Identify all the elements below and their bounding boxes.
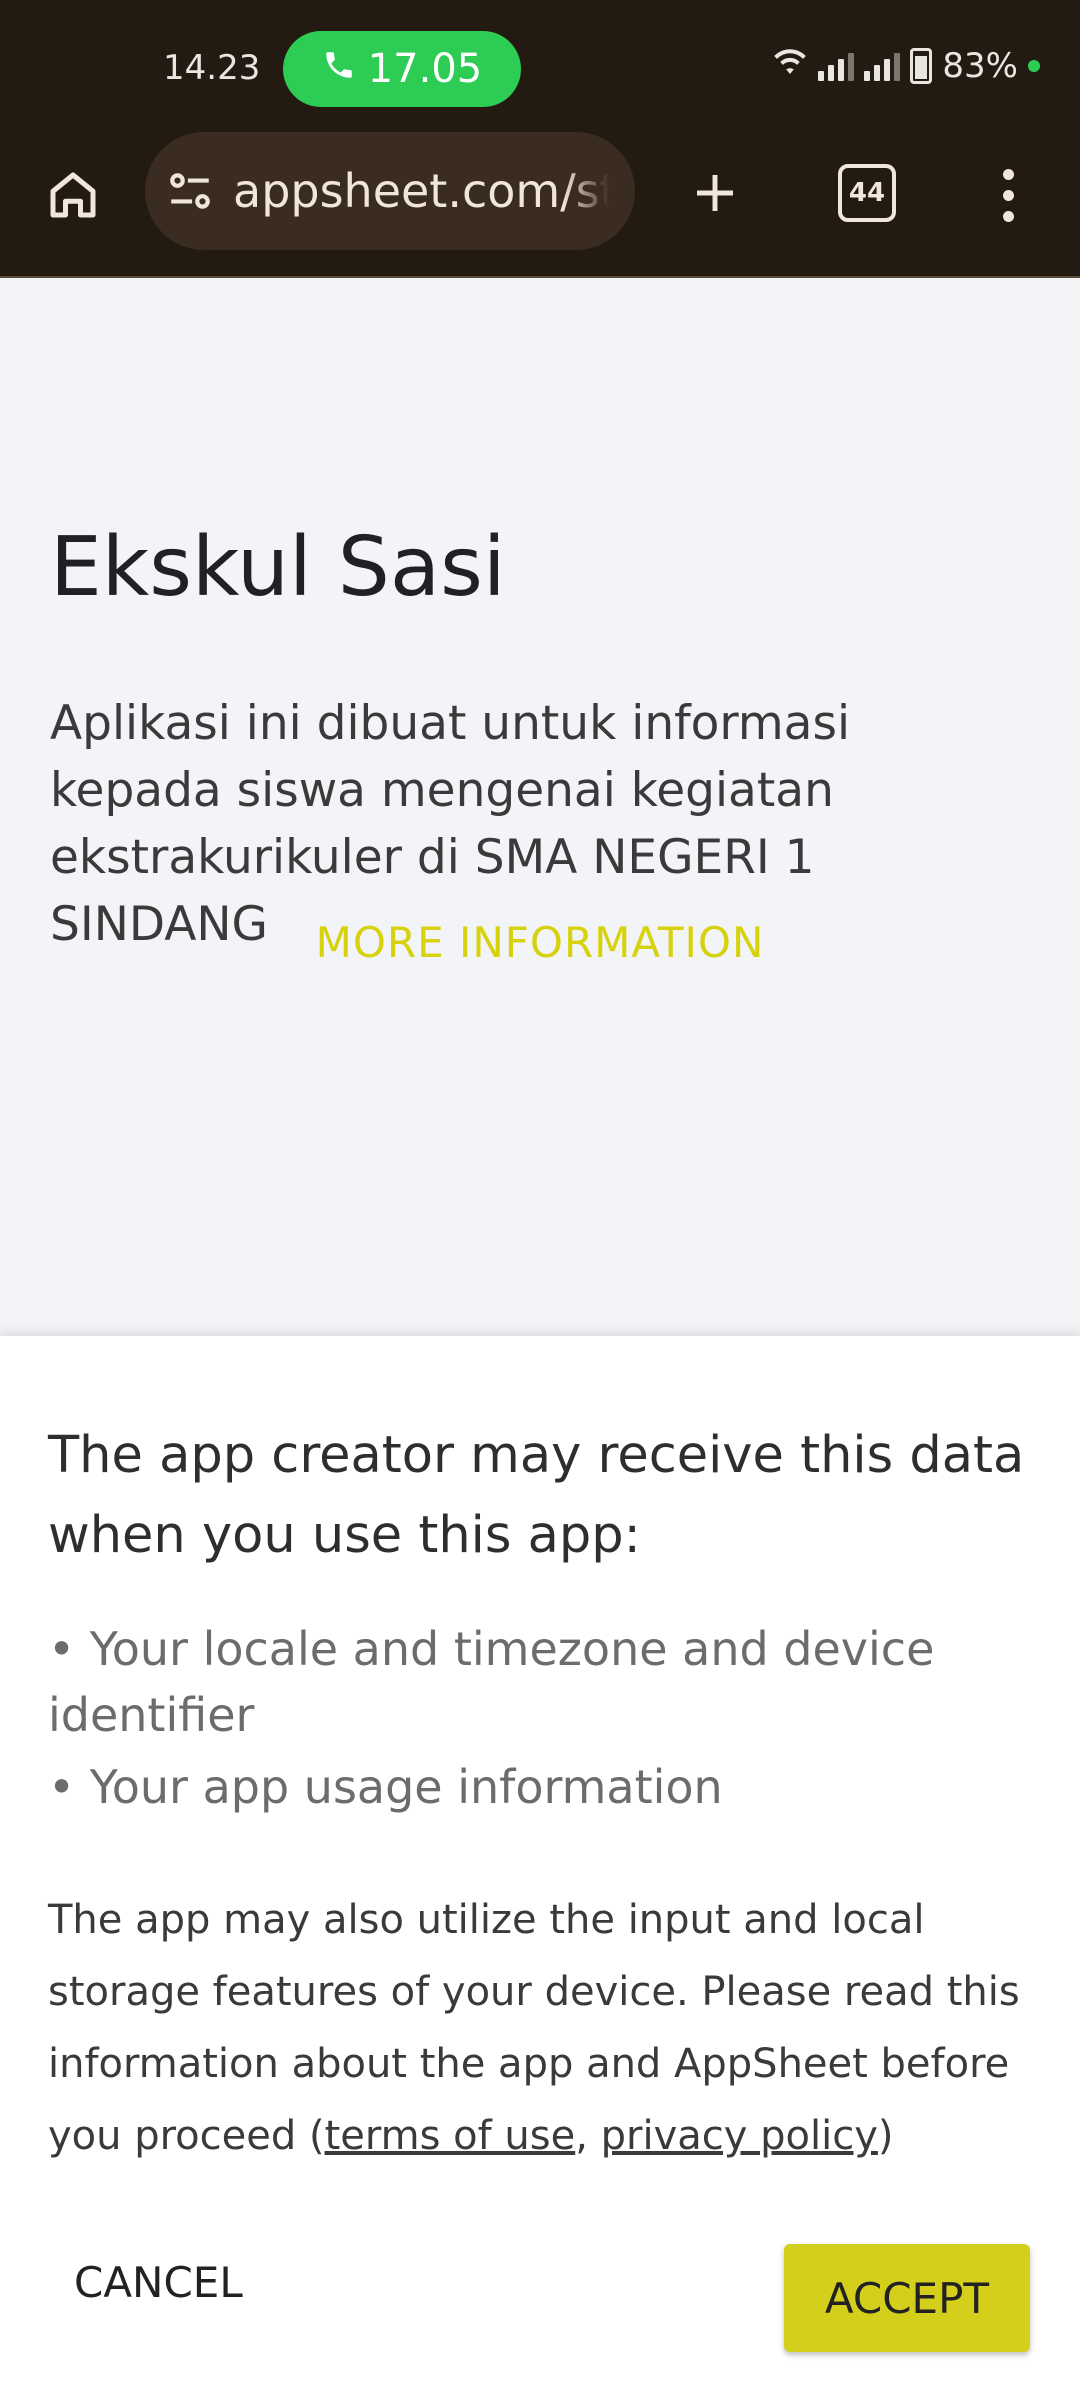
more-vert-icon[interactable] <box>990 160 1026 230</box>
paren-open: ( <box>308 2113 325 2159</box>
new-tab-button[interactable] <box>680 158 750 228</box>
battery-icon <box>910 48 933 84</box>
cancel-button[interactable]: CANCEL <box>48 2244 269 2320</box>
tab-switcher-button[interactable]: 44 <box>838 164 896 222</box>
data-collected-list: • Your locale and timezone and device id… <box>48 1616 1038 1826</box>
address-bar[interactable]: appsheet.com/start <box>145 132 635 250</box>
signal-icon-2 <box>864 51 901 81</box>
terms-of-use-link[interactable]: terms of use <box>325 2113 576 2159</box>
privacy-policy-link[interactable]: privacy policy <box>601 2113 878 2159</box>
consent-note: The app may also utilize the input and l… <box>48 1884 1048 2172</box>
battery-percent: 83% <box>942 46 1018 86</box>
status-icons: 83% <box>772 46 1040 86</box>
site-settings-icon[interactable] <box>165 166 215 216</box>
privacy-indicator-dot <box>1028 60 1040 72</box>
status-bar: 14.23 17.05 83% <box>0 0 1080 142</box>
clock: 14.23 <box>163 48 261 88</box>
ongoing-call-chip[interactable]: 17.05 <box>283 31 521 107</box>
paren-close: ) <box>877 2113 894 2159</box>
tab-count: 44 <box>848 178 886 208</box>
accept-button[interactable]: ACCEPT <box>784 2244 1030 2352</box>
home-icon <box>50 172 96 218</box>
signal-icon <box>818 51 855 81</box>
url-text: appsheet.com/start <box>233 164 609 218</box>
phone-icon <box>322 46 356 92</box>
home-button[interactable] <box>38 160 108 230</box>
consent-heading: The app creator may receive this data wh… <box>48 1426 1025 1565</box>
link-separator: , <box>575 2113 601 2159</box>
call-timer: 17.05 <box>367 46 483 92</box>
app-title: Ekskul Sasi <box>50 520 506 615</box>
consent-sheet: The app creator may receive this data wh… <box>0 1336 1080 2400</box>
app-intro: Ekskul Sasi Aplikasi ini dibuat untuk in… <box>0 278 1080 1336</box>
wifi-icon <box>772 46 808 86</box>
more-information-link[interactable]: MORE INFORMATION <box>0 918 1080 967</box>
list-item: • Your locale and timezone and device id… <box>48 1622 935 1742</box>
list-item: • Your app usage information <box>48 1760 723 1814</box>
plus-icon <box>697 175 733 211</box>
browser-toolbar: appsheet.com/start 44 <box>0 132 1080 278</box>
